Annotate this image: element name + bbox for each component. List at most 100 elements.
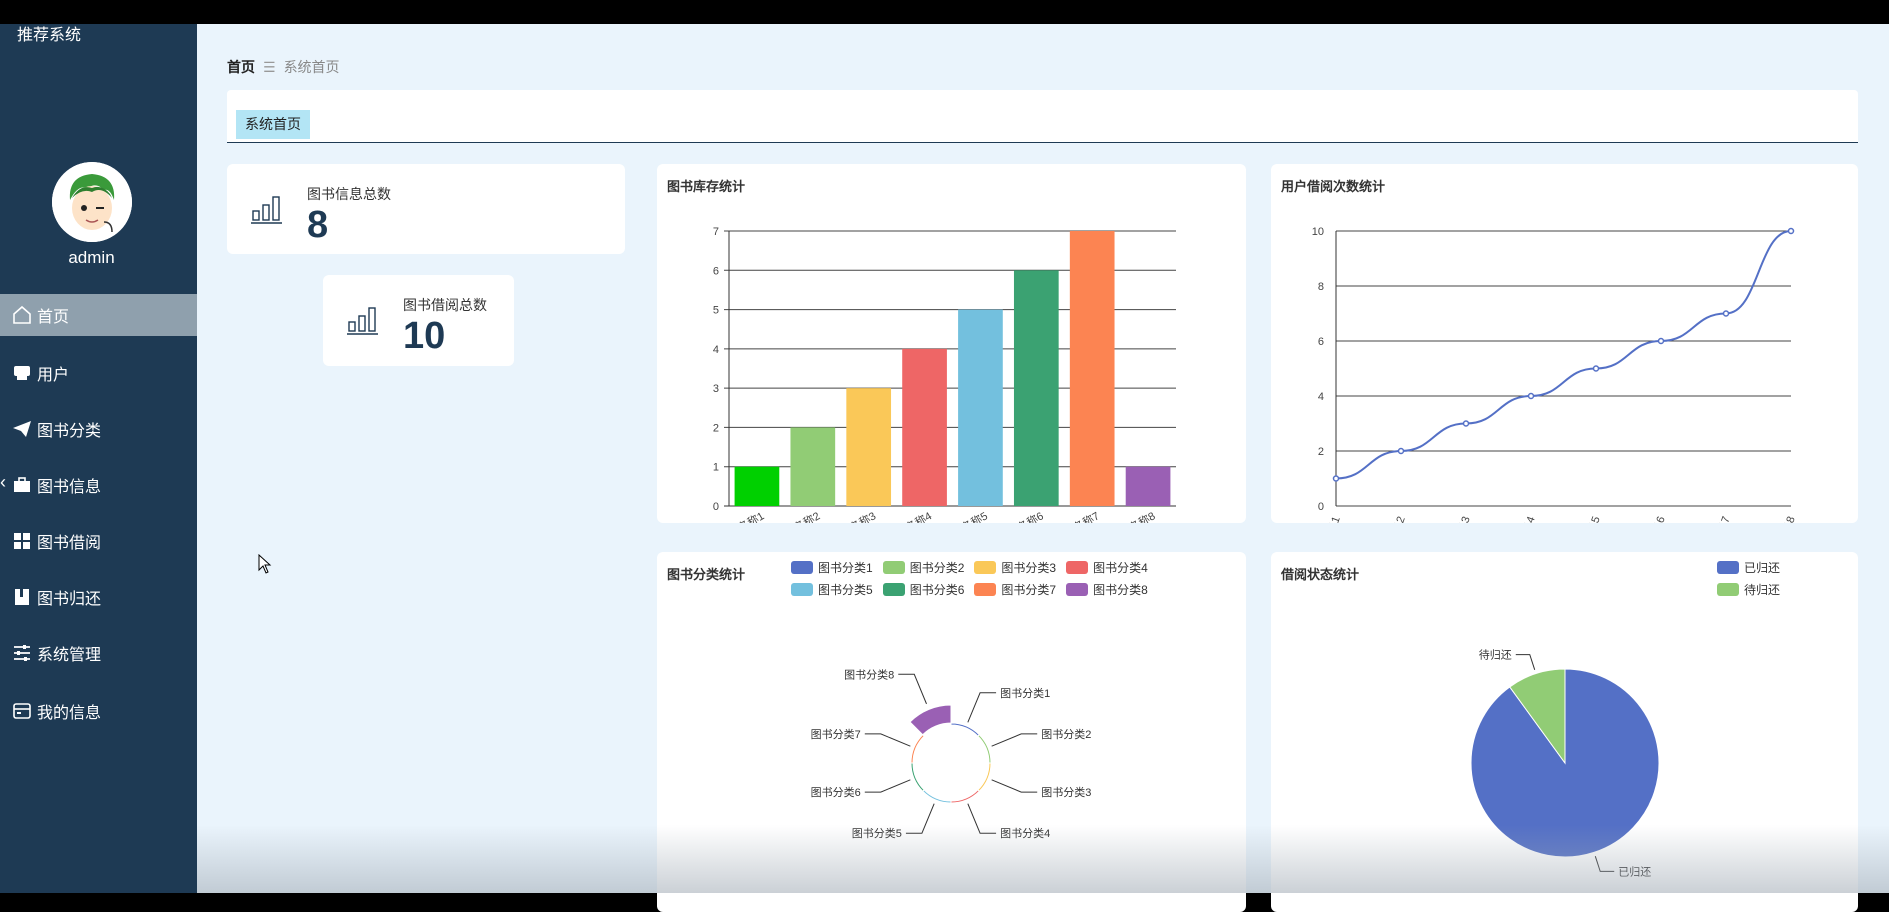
x-tick-label: 图书名称1 [716,508,766,523]
y-tick-label: 0 [1318,501,1324,513]
x-tick-label: 图书名称4 [884,508,934,523]
paper-plane-icon [11,418,33,440]
nav-item-book-borrow[interactable]: 图书借阅 [0,520,197,562]
nav-item-user[interactable]: 用户 [0,352,197,394]
line-chart: 0 2 4 6 8 10 姓名1 姓名2 姓名3 姓名4 姓名5 姓名6 姓名7 姓名8 [1312,226,1798,523]
bar [958,309,1003,506]
data-point [1787,227,1795,235]
main-content: 首页 ☰ 系统首页 系统首页 图书信息总数 8 图书借阅总数 10 图书库存统计 0… [197,24,1889,912]
data-point [1462,420,1470,427]
top-black-bar [0,0,1889,24]
grid-icon [11,530,33,552]
data-point [1397,447,1405,455]
nav-label-book-info: 图书信息 [37,479,102,496]
nav-item-my-info[interactable]: 我的信息 [0,690,197,732]
user-card-icon [11,362,33,384]
app-title: 推荐系统 [17,27,82,44]
x-tick-label: 姓名4 [1515,514,1538,523]
donut-slice [977,762,992,792]
stat-card-borrow-total: 图书借阅总数 10 [323,275,514,366]
breadcrumb-home[interactable]: 首页 [227,59,255,75]
y-tick-label: 0 [713,501,719,513]
bar [734,466,780,506]
mouse-cursor-icon [258,554,272,574]
breadcrumb: 首页 ☰ 系统首页 [227,57,340,77]
breadcrumb-current: 系统首页 [283,59,340,75]
y-tick-label: 6 [1318,336,1324,348]
y-tick-label: 10 [1312,226,1324,238]
nav-label-book-borrow: 图书借阅 [37,535,102,552]
donut-slice [977,734,992,764]
avatar[interactable] [52,162,132,242]
y-tick-label: 3 [713,383,719,395]
nav-label-user: 用户 [37,367,70,384]
slice-label: 已归还 [1618,864,1651,878]
chart-card-borrow-count: 用户借阅次数统计 0246810姓名1姓名2姓名3姓名4姓名5姓名6姓名7姓名8 [1271,164,1858,523]
bar [1013,270,1059,506]
stat-value: 8 [307,204,329,246]
slice-label: 图书分类2 [1041,727,1091,741]
data-point [1527,392,1535,400]
y-tick-label: 2 [713,422,719,434]
briefcase-icon [11,474,33,496]
slice-label: 图书分类4 [1000,826,1050,840]
slice-label: 图书分类3 [1041,785,1091,799]
slice-label: 图书分类6 [811,785,861,799]
nav-item-book-category[interactable]: 图书分类 [0,408,197,450]
slice-label: 图书分类7 [811,727,861,741]
donut-chart: 图书分类1 图书分类2 图书分类3 图书分类4 图书分类5 图书分类6 图书分类7 图书分类8 [811,667,1092,840]
stat-label: 图书信息总数 [307,186,391,202]
donut-slice [910,734,925,764]
y-tick-label: 6 [713,265,719,277]
bar [1125,466,1171,506]
donut-slice [950,789,980,804]
slice-label: 图书分类1 [1000,686,1050,700]
series-line [1335,230,1792,480]
nav-item-system[interactable]: 系统管理 [0,632,197,674]
home-icon [11,304,33,326]
x-tick-label: 图书名称6 [995,508,1045,523]
nav-item-book-return[interactable]: 图书归还 [0,576,197,618]
slice-label: 图书分类5 [852,826,902,840]
tab-bar: 系统首页 [227,90,1858,143]
sidebar: 推荐系统 admin 首页 用户 图书分类 图书信息 图书借阅 图书归还 系统管… [0,24,197,893]
stat-label: 图书借阅总数 [403,297,487,313]
x-tick-label: 图书名称3 [828,508,878,523]
x-tick-label: 图书名称8 [1107,508,1157,523]
bar [846,388,892,506]
stat-card-book-total: 图书信息总数 8 [227,164,625,254]
x-tick-label: 姓名6 [1645,514,1668,523]
chart-card-status: 借阅状态统计 已归还 待归还 已归还 待归还 [1271,552,1858,912]
nav-item-home[interactable]: 首页 [0,294,197,336]
data-point [1657,337,1665,345]
nav-item-book-info[interactable]: 图书信息 [0,464,197,506]
nav-label-my-info: 我的信息 [37,705,102,722]
x-tick-label: 图书名称2 [772,508,822,523]
label-leader-line [1515,654,1536,670]
stat-value: 10 [403,315,446,357]
label-leader-line [1594,856,1615,872]
nav-label-home: 首页 [37,309,70,326]
y-tick-label: 7 [713,226,719,238]
x-tick-label: 姓名1 [1320,514,1343,523]
donut-slice [910,762,925,792]
y-tick-label: 4 [713,344,719,356]
label-leader-line [898,673,927,705]
data-point [1722,310,1730,317]
chart-card-inventory: 图书库存统计 01234567图书名称1图书名称2图书名称3图书名称4图书名称5… [657,164,1246,523]
nav-label-book-return: 图书归还 [37,591,102,608]
bar-chart-icon [251,196,282,224]
slice-label: 图书分类8 [844,667,894,681]
book-icon [11,586,33,608]
x-tick-label: 图书名称5 [940,508,990,523]
label-leader-line [967,803,997,834]
avatar-image [52,162,132,242]
x-tick-label: 姓名2 [1385,514,1408,523]
breadcrumb-separator-icon: ☰ [263,59,276,75]
donut-slice [909,704,952,736]
pie-chart: 已归还 待归还 [1470,648,1660,878]
collapse-chevron-icon[interactable]: ‹ [0,472,6,493]
tab-system-home[interactable]: 系统首页 [236,110,310,139]
x-tick-label: 姓名5 [1580,514,1603,523]
nav-label-system: 系统管理 [37,647,102,664]
